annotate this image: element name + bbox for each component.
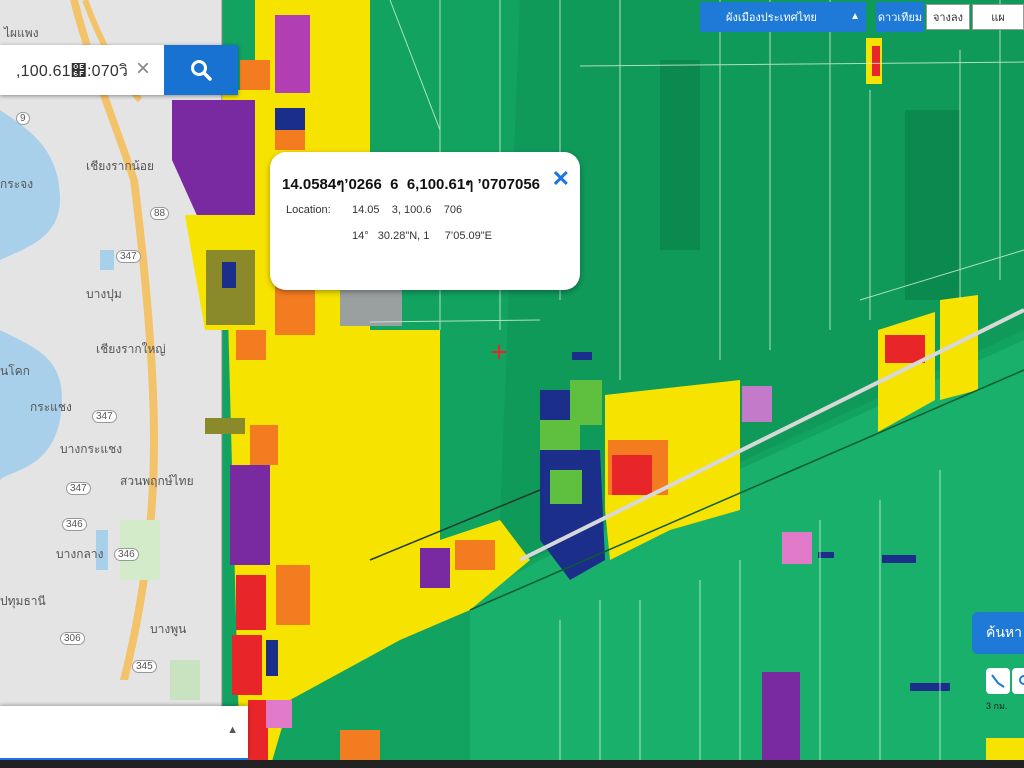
close-icon[interactable]: ✕: [552, 166, 570, 192]
commercial-zone: [612, 455, 652, 495]
toggle-option-left[interactable]: จางลง: [926, 4, 970, 30]
light-green-parcel: [540, 420, 580, 450]
bottom-panel[interactable]: ▲: [0, 706, 248, 761]
measure-tool-button[interactable]: [986, 668, 1010, 694]
map-label: 345: [132, 660, 157, 673]
pink-zone: [266, 700, 292, 728]
location-dms: 14° 30.28"N, 1 7’05.09"E: [352, 230, 493, 242]
map-label: กระแชง: [30, 400, 72, 414]
commercial-zone: [872, 46, 880, 76]
blue-parcel: [275, 108, 305, 130]
map-label: กระจง: [0, 177, 34, 191]
commercial-zone: [885, 335, 925, 363]
layer-select-value: ผังเมืองประเทศไทย: [726, 12, 817, 24]
blue-parcel: [266, 640, 278, 676]
pink-zone: [742, 386, 772, 422]
side-search-button[interactable]: ค้นหา: [972, 612, 1024, 654]
map-label: 9: [16, 112, 30, 125]
light-green-parcel: [550, 470, 582, 504]
search-icon: [191, 60, 212, 81]
purple-zone: [420, 548, 450, 588]
commercial-zone: [236, 575, 266, 630]
orange-zone: [240, 60, 270, 90]
commercial-zone: [248, 700, 268, 760]
blue-parcel: [222, 262, 236, 288]
light-green-parcel: [570, 380, 602, 425]
map-label: บางพูน: [150, 622, 187, 636]
map-labels: ไผแพง 347 9 เชียงรากน้อย กระจง 88 347 บา…: [0, 0, 222, 768]
purple-zone: [762, 672, 800, 768]
purple-zone: [230, 465, 270, 565]
footer-bar: [0, 760, 1024, 768]
scale-bar: 3 กม.: [986, 701, 1008, 711]
toggle-option-right[interactable]: แผ: [972, 4, 1024, 30]
map-label: ปทุมธานี: [0, 594, 46, 608]
map-label: นโคก: [0, 364, 30, 378]
orange-zone: [275, 130, 305, 150]
location-decimal: 14.05 3, 100.6 706: [352, 204, 463, 216]
map-label: ไผแพง: [4, 26, 39, 40]
map-label: เชียงรากใหญ่: [96, 342, 166, 356]
blue-parcel: [572, 352, 592, 360]
map-label: 88: [150, 207, 170, 220]
blue-parcel: [882, 555, 916, 563]
location-popup: 14.0584ๆ’0266 6 6,100.61ๆ ’0707056 ✕ Loc…: [270, 152, 580, 290]
map-label: บางกลาง: [56, 547, 104, 561]
orange-zone: [275, 285, 315, 335]
orange-zone: [250, 425, 278, 465]
location-label: Location:: [286, 204, 331, 216]
expand-icon[interactable]: ▲: [227, 724, 238, 736]
commercial-zone: [232, 635, 262, 695]
map-label: สวนพฤกษ์ไทย: [120, 474, 194, 488]
residential-zone: [370, 330, 440, 560]
pink-zone: [782, 532, 812, 564]
ruler-icon: [991, 674, 1005, 688]
magenta-zone: [275, 15, 310, 93]
layer-select[interactable]: ผังเมืองประเทศไทย ▲: [700, 2, 866, 32]
map-label: 347: [92, 410, 117, 423]
orange-zone: [455, 540, 495, 570]
pin-icon: [1019, 675, 1024, 685]
map-label: บางปุม: [86, 287, 122, 301]
map-label: 306: [60, 632, 85, 645]
clear-search-icon[interactable]: ×: [136, 55, 150, 83]
search-button[interactable]: [164, 45, 238, 95]
dark-green-parcel: [660, 60, 700, 250]
chevron-down-icon: ▲: [850, 11, 860, 22]
orange-zone: [340, 730, 380, 760]
search-bar: ,100.61๯:070วิ ×: [0, 45, 238, 95]
map-label: 346: [114, 548, 139, 561]
blue-parcel: [910, 683, 950, 691]
orange-zone: [236, 330, 266, 360]
map-tool-button[interactable]: [1012, 668, 1024, 694]
blue-parcel: [540, 390, 575, 420]
map-label: 347: [66, 482, 91, 495]
dark-green-parcel: [905, 110, 960, 300]
map-label: บางกระแชง: [60, 442, 123, 456]
popup-title: 14.0584ๆ’0266 6 6,100.61ๆ ’0707056: [282, 176, 541, 193]
map-label: 346: [62, 518, 87, 531]
map-label: เชียงรากน้อย: [86, 159, 155, 173]
search-input[interactable]: ,100.61๯:070วิ: [16, 59, 128, 84]
gray-zone: [340, 290, 402, 326]
map-label: 347: [116, 250, 141, 263]
satellite-toggle-label: ดาวเทียม: [876, 2, 924, 32]
orange-zone: [276, 565, 310, 625]
